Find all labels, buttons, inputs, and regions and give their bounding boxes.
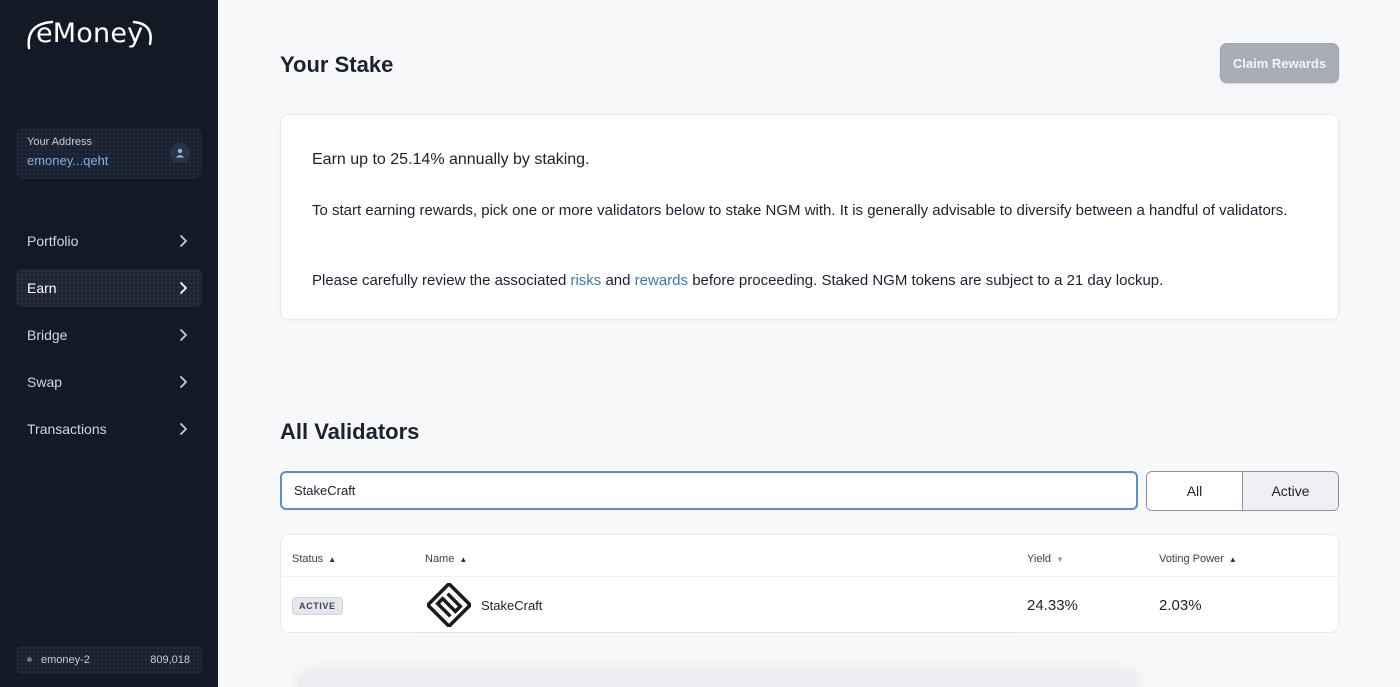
- user-icon[interactable]: [170, 143, 190, 163]
- staking-headline: Earn up to 25.14% annually by staking.: [312, 151, 590, 168]
- column-header-status[interactable]: Status ▲: [292, 553, 336, 565]
- sidebar-nav: Portfolio Earn Bridge Swap Transactions: [16, 222, 202, 457]
- table-row[interactable]: ACTIVE StakeCraft 24.33% 2.03%: [281, 577, 1340, 633]
- stakecraft-logo-icon: [427, 583, 471, 627]
- sidebar-item-label: Earn: [27, 280, 57, 296]
- sidebar-item-swap[interactable]: Swap: [16, 363, 202, 401]
- risks-link[interactable]: risks: [570, 272, 601, 289]
- address-value[interactable]: emoney...qeht: [27, 153, 108, 168]
- column-header-voting-power[interactable]: Voting Power ▲: [1159, 553, 1237, 565]
- column-label: Voting Power: [1159, 553, 1224, 565]
- main-content: Your Stake Claim Rewards Earn up to 25.1…: [218, 0, 1400, 687]
- column-header-name[interactable]: Name ▲: [425, 553, 467, 565]
- address-card[interactable]: Your Address emoney...qeht: [16, 128, 202, 179]
- status-badge: ACTIVE: [292, 597, 343, 615]
- page-title: Your Stake: [280, 52, 394, 77]
- chevron-right-icon: [180, 235, 187, 247]
- sidebar-item-earn[interactable]: Earn: [16, 269, 202, 307]
- validator-search-input[interactable]: [280, 471, 1138, 510]
- sidebar-item-label: Portfolio: [27, 233, 79, 249]
- chevron-right-icon: [180, 423, 187, 435]
- chevron-right-icon: [180, 282, 187, 294]
- sidebar-item-transactions[interactable]: Transactions: [16, 410, 202, 448]
- emoney-logo[interactable]: eMoney: [26, 14, 156, 56]
- chain-id: emoney-2: [41, 654, 90, 666]
- sidebar-item-label: Bridge: [27, 327, 68, 343]
- rewards-link[interactable]: rewards: [635, 272, 688, 289]
- staking-disclaimer: Please carefully review the associated r…: [312, 269, 1302, 292]
- next-card-shadow: [298, 672, 1138, 687]
- divider: [417, 632, 1017, 633]
- filter-all-button[interactable]: All: [1147, 472, 1242, 510]
- sidebar: eMoney Your Address emoney...qeht Portfo…: [0, 0, 218, 687]
- claim-rewards-button[interactable]: Claim Rewards: [1220, 43, 1339, 83]
- sort-up-icon: ▲: [1228, 554, 1237, 564]
- sidebar-item-label: Swap: [27, 374, 63, 390]
- sidebar-item-label: Transactions: [27, 421, 107, 437]
- chevron-right-icon: [180, 329, 187, 341]
- block-height: 809,018: [150, 654, 190, 666]
- sidebar-item-portfolio[interactable]: Portfolio: [16, 222, 202, 260]
- validator-filter: All Active: [1146, 471, 1339, 511]
- column-label: Name: [425, 553, 455, 565]
- address-label: Your Address: [27, 136, 93, 148]
- sort-up-icon: ▲: [459, 554, 468, 564]
- validator-voting-power: 2.03%: [1159, 597, 1202, 614]
- column-label: Yield: [1027, 553, 1052, 565]
- staking-instructions: To start earning rewards, pick one or mo…: [312, 202, 1288, 219]
- staking-info-card: Earn up to 25.14% annually by staking. T…: [280, 114, 1339, 320]
- disclaimer-text: Please carefully review the associated: [312, 272, 571, 289]
- status-dot-icon: [27, 657, 32, 662]
- column-label: Status: [292, 553, 324, 565]
- filter-active-button[interactable]: Active: [1242, 472, 1338, 510]
- validators-title: All Validators: [280, 419, 420, 444]
- chevron-right-icon: [180, 376, 187, 388]
- column-header-yield[interactable]: Yield ▼: [1027, 553, 1064, 565]
- validators-table: Status ▲ Name ▲ Yield ▼ Voting Power ▲ ACTIV…: [280, 534, 1340, 633]
- sort-up-icon: ▲: [328, 554, 337, 564]
- chain-status: emoney-2 809,018: [16, 646, 202, 674]
- validator-yield: 24.33%: [1027, 597, 1078, 614]
- sidebar-item-bridge[interactable]: Bridge: [16, 316, 202, 354]
- disclaimer-text: before proceeding. Staked NGM tokens are…: [688, 272, 1164, 289]
- logo-text: eMoney: [36, 18, 144, 49]
- validator-name[interactable]: StakeCraft: [481, 598, 542, 613]
- sort-down-icon: ▼: [1056, 554, 1064, 564]
- disclaimer-text: and: [601, 272, 635, 289]
